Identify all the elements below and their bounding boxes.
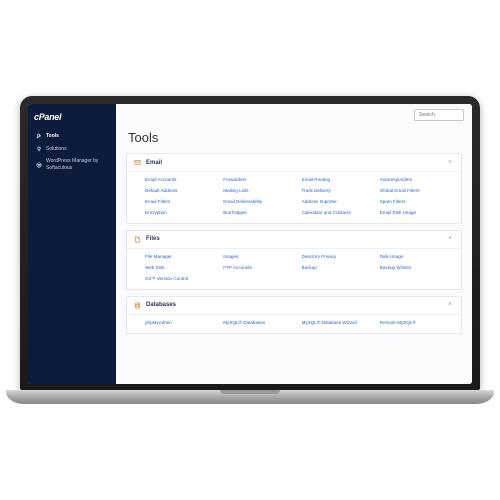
bulb-icon bbox=[36, 146, 42, 152]
brand-logo: cPanel bbox=[34, 112, 110, 122]
tool-link[interactable]: phpMyAdmin bbox=[145, 320, 219, 326]
tool-link[interactable]: Remote MySQL® bbox=[380, 320, 454, 326]
section-title: Email bbox=[146, 160, 446, 166]
tool-link[interactable]: Calendars and Contacts bbox=[302, 210, 376, 216]
section-databases: Databases˄ phpMyAdmin MySQL® Databases MySQ… bbox=[126, 296, 462, 334]
sidebar-item-label: Tools bbox=[46, 133, 59, 140]
tool-link[interactable]: Encryption bbox=[145, 210, 219, 216]
tool-link[interactable]: BoxTrapper bbox=[223, 210, 297, 216]
tool-link[interactable]: Git™ Version Control bbox=[145, 276, 219, 282]
page-title: Tools bbox=[116, 126, 472, 153]
tool-link[interactable]: Backup bbox=[302, 265, 376, 271]
tool-link[interactable]: Forwarders bbox=[223, 177, 297, 183]
tool-link[interactable]: FTP Accounts bbox=[223, 265, 297, 271]
section-header-files[interactable]: Files˄ bbox=[127, 231, 461, 249]
app-window: cPanel Tools Solutions bbox=[28, 104, 472, 384]
section-title: Databases bbox=[146, 302, 446, 308]
tool-link[interactable]: Email Disk Usage bbox=[380, 210, 454, 216]
sidebar-item-solutions[interactable]: Solutions bbox=[34, 143, 110, 156]
tool-link[interactable]: Global Email Filters bbox=[380, 188, 454, 194]
main-panel: Tools Email˄Email AccountsForwardersEmai… bbox=[116, 104, 472, 384]
tool-link[interactable]: Directory Privacy bbox=[302, 254, 376, 260]
sidebar-item-tools[interactable]: Tools bbox=[34, 130, 110, 143]
chevron-up-icon: ˄ bbox=[446, 236, 454, 242]
tool-link[interactable]: Email Deliverability bbox=[223, 199, 297, 205]
tool-link[interactable]: MySQL® Databases bbox=[223, 320, 297, 326]
wordpress-icon bbox=[36, 162, 42, 168]
laptop-frame: cPanel Tools Solutions bbox=[20, 96, 480, 404]
section-email: Email˄ Email Accounts Forwarders Email Rout… bbox=[126, 153, 462, 224]
sidebar-item-wordpress[interactable]: WordPress Manager by Softaculous bbox=[34, 155, 110, 174]
tool-link[interactable]: Address Importer bbox=[302, 199, 376, 205]
chevron-up-icon: ˄ bbox=[446, 160, 454, 166]
sidebar-item-label: WordPress Manager by Softaculous bbox=[46, 158, 108, 171]
topbar bbox=[116, 104, 472, 126]
section-files: Files˄ File Manager Images Directory Privac… bbox=[126, 230, 462, 290]
tool-link[interactable]: Email Filters bbox=[145, 199, 219, 205]
laptop-base bbox=[6, 390, 494, 404]
tool-link[interactable]: Mailing Lists bbox=[223, 188, 297, 194]
tool-link[interactable]: Autoresponders bbox=[380, 177, 454, 183]
databases-icon bbox=[134, 302, 141, 309]
sidebar-item-label: Solutions bbox=[46, 146, 67, 153]
chevron-up-icon: ˄ bbox=[446, 302, 454, 308]
tool-link[interactable]: File Manager bbox=[145, 254, 219, 260]
screen-bezel: cPanel Tools Solutions bbox=[20, 96, 480, 390]
section-body-files: File Manager Images Directory Privacy Disk … bbox=[127, 249, 461, 289]
sidebar: cPanel Tools Solutions bbox=[28, 104, 116, 384]
sections-container: Email˄Email AccountsForwardersEmail Rout… bbox=[116, 153, 472, 384]
wrench-icon bbox=[36, 133, 42, 139]
tool-link[interactable]: MySQL® Database Wizard bbox=[302, 320, 376, 326]
tool-link[interactable]: Track Delivery bbox=[302, 188, 376, 194]
email-icon bbox=[134, 159, 141, 166]
tool-link[interactable]: Spam Filters bbox=[380, 199, 454, 205]
section-body-email: Email Accounts Forwarders Email Routing Aut… bbox=[127, 172, 461, 223]
files-icon bbox=[134, 236, 141, 243]
section-title: Files bbox=[146, 236, 446, 242]
tool-link[interactable]: Email Routing bbox=[302, 177, 376, 183]
section-header-databases[interactable]: Databases˄ bbox=[127, 297, 461, 315]
tool-link[interactable]: Disk Usage bbox=[380, 254, 454, 260]
tool-link[interactable]: Web Disk bbox=[145, 265, 219, 271]
tool-link[interactable]: Email Accounts bbox=[145, 177, 219, 183]
section-header-email[interactable]: Email˄ bbox=[127, 154, 461, 172]
search-input[interactable] bbox=[414, 109, 464, 121]
section-body-databases: phpMyAdmin MySQL® Databases MySQL® Databas… bbox=[127, 315, 461, 333]
tool-link[interactable]: Backup Wizard bbox=[380, 265, 454, 271]
tool-link[interactable]: Default Address bbox=[145, 188, 219, 194]
tool-link[interactable]: Images bbox=[223, 254, 297, 260]
